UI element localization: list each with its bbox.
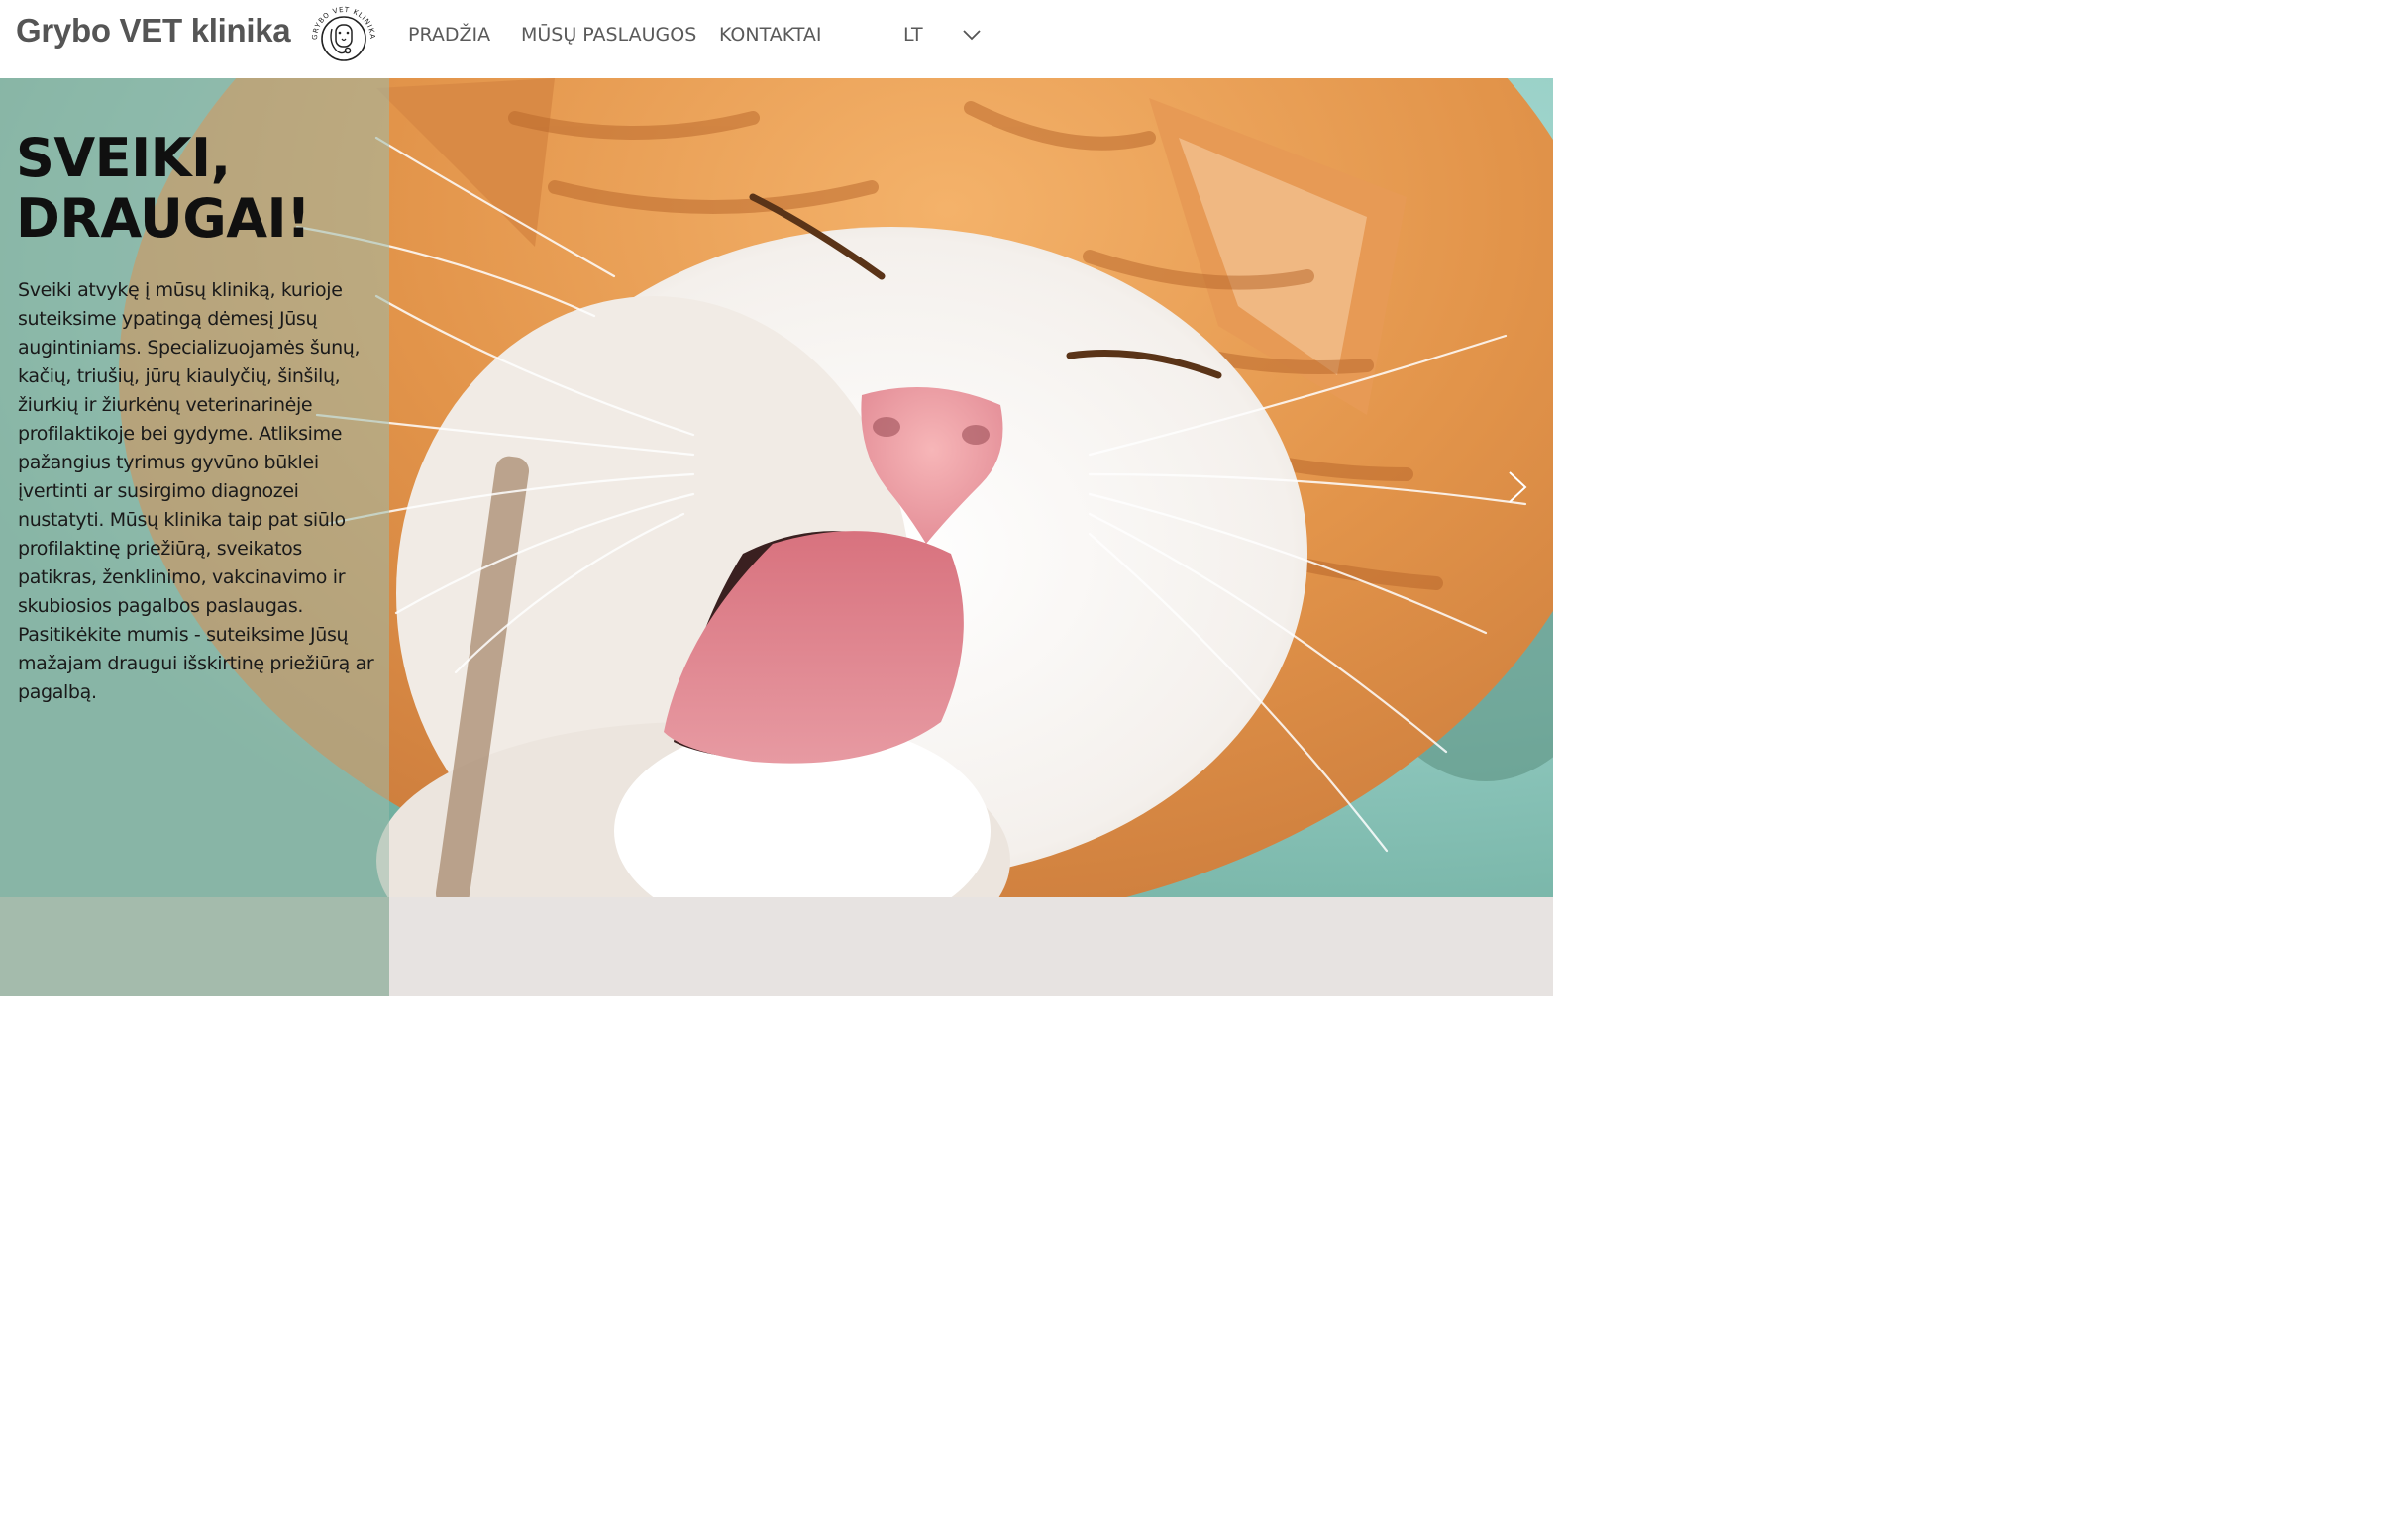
section-background-right [389,897,1553,996]
site-title[interactable]: Grybo VET klinika [16,12,291,50]
section-background-left [0,897,389,996]
site-header: Grybo VET klinika GRYBO VET KLINIKA PRAD… [0,0,1553,78]
svg-text:GRYBO VET KLINIKA: GRYBO VET KLINIKA [311,6,376,40]
hero-description: Sveiki atvykę į mūsų kliniką, kurioje su… [18,279,374,703]
chevron-down-icon[interactable] [961,28,983,42]
nav-item-services[interactable]: MŪSŲ PASLAUGOS [521,24,696,46]
hero-title: SVEIKI, DRAUGAI! [16,128,382,249]
nav-item-contacts[interactable]: KONTAKTAI [719,24,821,46]
vet-clinic-logo-icon[interactable]: GRYBO VET KLINIKA [305,3,382,68]
hero-title-line-2: DRAUGAI! [16,187,311,250]
chevron-right-icon[interactable] [1506,468,1529,506]
hero-slideshow: SVEIKI, DRAUGAI! Sveiki atvykę į mūsų kl… [0,78,1553,897]
language-selector[interactable]: LT [903,24,923,46]
nav-item-home[interactable]: PRADŽIA [408,24,490,46]
hero-title-line-1: SVEIKI, [16,127,231,189]
